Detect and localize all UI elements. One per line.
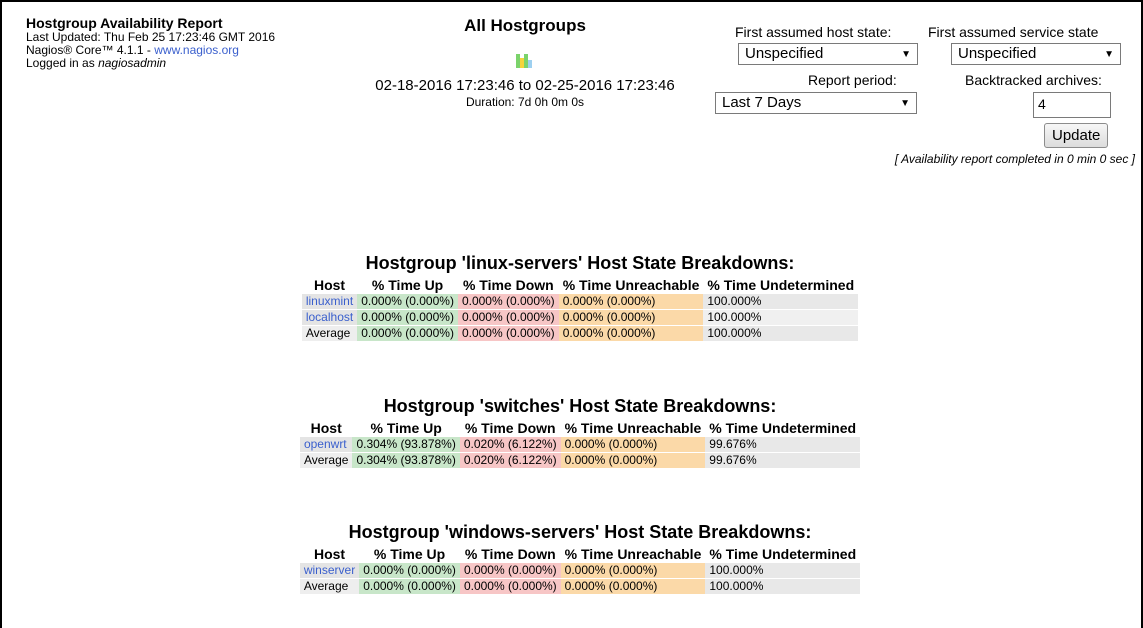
time-down-cell: 0.000% (0.000%) — [457, 294, 559, 309]
column-header: % Time Down — [464, 546, 556, 562]
username: nagiosadmin — [98, 56, 167, 70]
column-header: % Time Unreachable — [564, 546, 702, 562]
time-undetermined-cell: 100.000% — [703, 310, 859, 325]
state-breakdown-table: Host % Time Up % Time Down % Time Unreac… — [301, 276, 859, 342]
service-state-select[interactable]: Unspecified ▼ — [951, 43, 1121, 65]
table-row: localhost 0.000% (0.000%) 0.000% (0.000%… — [301, 310, 859, 325]
time-undetermined-cell: 99.676% — [705, 453, 861, 468]
average-label: Average — [301, 326, 358, 341]
chevron-down-icon: ▼ — [1104, 49, 1114, 60]
service-state-label: First assumed service state — [928, 24, 1099, 40]
hostgroup-block-windows-servers: Hostgroup 'windows-servers' Host State B… — [245, 522, 915, 595]
time-unreachable-cell: 0.000% (0.000%) — [560, 579, 706, 594]
time-unreachable-cell: 0.000% (0.000%) — [558, 294, 704, 309]
time-down-cell: 0.020% (6.122%) — [459, 453, 561, 468]
time-unreachable-cell: 0.000% (0.000%) — [558, 326, 704, 341]
update-button[interactable]: Update — [1044, 123, 1109, 148]
report-range: 02-18-2016 17:23:46 to 02-25-2016 17:23:… — [375, 77, 675, 94]
average-label: Average — [299, 579, 360, 594]
hostgroup-heading: Hostgroup 'linux-servers' Host State Bre… — [365, 253, 795, 273]
column-header: % Time Up — [370, 420, 442, 436]
core-version-text: Nagios® Core™ 4.1.1 - — [26, 43, 155, 57]
chevron-down-icon: ▼ — [901, 49, 911, 60]
average-row: Average 0.000% (0.000%) 0.000% (0.000%) … — [299, 579, 861, 594]
table-row: winserver 0.000% (0.000%) 0.000% (0.000%… — [299, 563, 861, 578]
report-period-label: Report period: — [808, 72, 897, 88]
report-summary: All Hostgroups 02-18-2016 17:23:46 to 02… — [345, 16, 705, 109]
host-link[interactable]: winserver — [299, 563, 360, 578]
column-header: % Time Undetermined — [709, 546, 857, 562]
logged-in-text: Logged in as — [26, 56, 99, 70]
column-header: % Time Down — [462, 277, 554, 293]
column-header: Host — [313, 546, 346, 562]
service-state-value: Unspecified — [958, 45, 1037, 62]
hostgroup-title: All Hostgroups — [464, 16, 586, 35]
time-down-cell: 0.020% (6.122%) — [459, 437, 561, 452]
chevron-down-icon: ▼ — [900, 98, 910, 109]
time-undetermined-cell: 100.000% — [703, 326, 859, 341]
hostgroup-heading: Hostgroup 'windows-servers' Host State B… — [348, 522, 812, 542]
table-header: Host % Time Up % Time Down % Time Unreac… — [302, 277, 858, 293]
column-header: % Time Unreachable — [564, 420, 702, 436]
report-period-value: Last 7 Days — [722, 94, 802, 111]
time-unreachable-cell: 0.000% (0.000%) — [560, 437, 706, 452]
column-header: Host — [310, 420, 342, 436]
hostgroup-block-switches: Hostgroup 'switches' Host State Breakdow… — [245, 396, 915, 469]
nagios-link[interactable]: www.nagios.org — [154, 43, 239, 57]
time-up-cell: 0.000% (0.000%) — [357, 310, 458, 325]
host-link[interactable]: localhost — [301, 310, 358, 325]
time-up-cell: 0.000% (0.000%) — [357, 294, 458, 309]
time-undetermined-cell: 99.676% — [705, 437, 861, 452]
trend-chart-icon[interactable] — [516, 54, 534, 68]
column-header: % Time Undetermined — [709, 420, 857, 436]
backtracked-label: Backtracked archives: — [965, 72, 1102, 88]
host-state-label: First assumed host state: — [735, 24, 892, 40]
state-breakdown-table: Host % Time Up % Time Down % Time Unreac… — [299, 545, 861, 595]
time-up-cell: 0.304% (93.878%) — [352, 437, 460, 452]
column-header: Host — [313, 277, 346, 293]
time-down-cell: 0.000% (0.000%) — [459, 579, 561, 594]
report-duration: Duration: 7d 0h 0m 0s — [465, 95, 585, 109]
time-undetermined-cell: 100.000% — [705, 563, 861, 578]
backtracked-input[interactable]: 4 — [1033, 92, 1111, 118]
hostgroup-block-linux-servers: Hostgroup 'linux-servers' Host State Bre… — [245, 253, 915, 342]
host-state-value: Unspecified — [745, 45, 824, 62]
table-header: Host % Time Up % Time Down % Time Unreac… — [300, 420, 860, 436]
average-row: Average 0.000% (0.000%) 0.000% (0.000%) … — [301, 326, 859, 341]
hostgroup-heading: Hostgroup 'switches' Host State Breakdow… — [383, 396, 777, 416]
logged-in: Logged in as nagiosadmin — [26, 57, 275, 70]
time-unreachable-cell: 0.000% (0.000%) — [560, 563, 706, 578]
table-header: Host % Time Up % Time Down % Time Unreac… — [300, 546, 860, 562]
table-row: linuxmint 0.000% (0.000%) 0.000% (0.000%… — [301, 294, 859, 309]
time-down-cell: 0.000% (0.000%) — [457, 326, 559, 341]
time-up-cell: 0.000% (0.000%) — [359, 579, 460, 594]
state-breakdown-table: Host % Time Up % Time Down % Time Unreac… — [299, 419, 861, 469]
time-unreachable-cell: 0.000% (0.000%) — [558, 310, 704, 325]
report-info: Hostgroup Availability Report Last Updat… — [26, 16, 275, 70]
column-header: % Time Unreachable — [562, 277, 700, 293]
time-undetermined-cell: 100.000% — [703, 294, 859, 309]
time-undetermined-cell: 100.000% — [705, 579, 861, 594]
column-header: % Time Undetermined — [707, 277, 855, 293]
average-row: Average 0.304% (93.878%) 0.020% (6.122%)… — [299, 453, 861, 468]
time-down-cell: 0.000% (0.000%) — [459, 563, 561, 578]
time-up-cell: 0.000% (0.000%) — [357, 326, 458, 341]
time-down-cell: 0.000% (0.000%) — [457, 310, 559, 325]
time-up-cell: 0.000% (0.000%) — [359, 563, 460, 578]
average-label: Average — [299, 453, 353, 468]
column-header: % Time Down — [464, 420, 556, 436]
report-period-select[interactable]: Last 7 Days ▼ — [715, 92, 917, 114]
host-link[interactable]: linuxmint — [301, 294, 358, 309]
column-header: % Time Up — [373, 546, 446, 562]
completion-status: [ Availability report completed in 0 min… — [894, 152, 1135, 166]
host-link[interactable]: openwrt — [299, 437, 353, 452]
time-up-cell: 0.304% (93.878%) — [352, 453, 460, 468]
page-title: Hostgroup Availability Report — [26, 15, 223, 31]
time-unreachable-cell: 0.000% (0.000%) — [560, 453, 706, 468]
column-header: % Time Up — [371, 277, 444, 293]
table-row: openwrt 0.304% (93.878%) 0.020% (6.122%)… — [299, 437, 861, 452]
host-state-select[interactable]: Unspecified ▼ — [738, 43, 918, 65]
